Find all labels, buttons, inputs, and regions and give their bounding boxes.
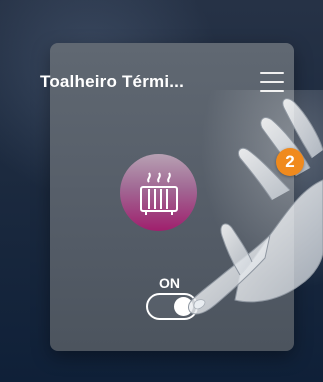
step-number-badge: 2 <box>276 148 304 176</box>
pointing-hand-icon <box>188 98 323 315</box>
background-stage: Toalheiro Térmi... ON 2 <box>0 0 323 382</box>
